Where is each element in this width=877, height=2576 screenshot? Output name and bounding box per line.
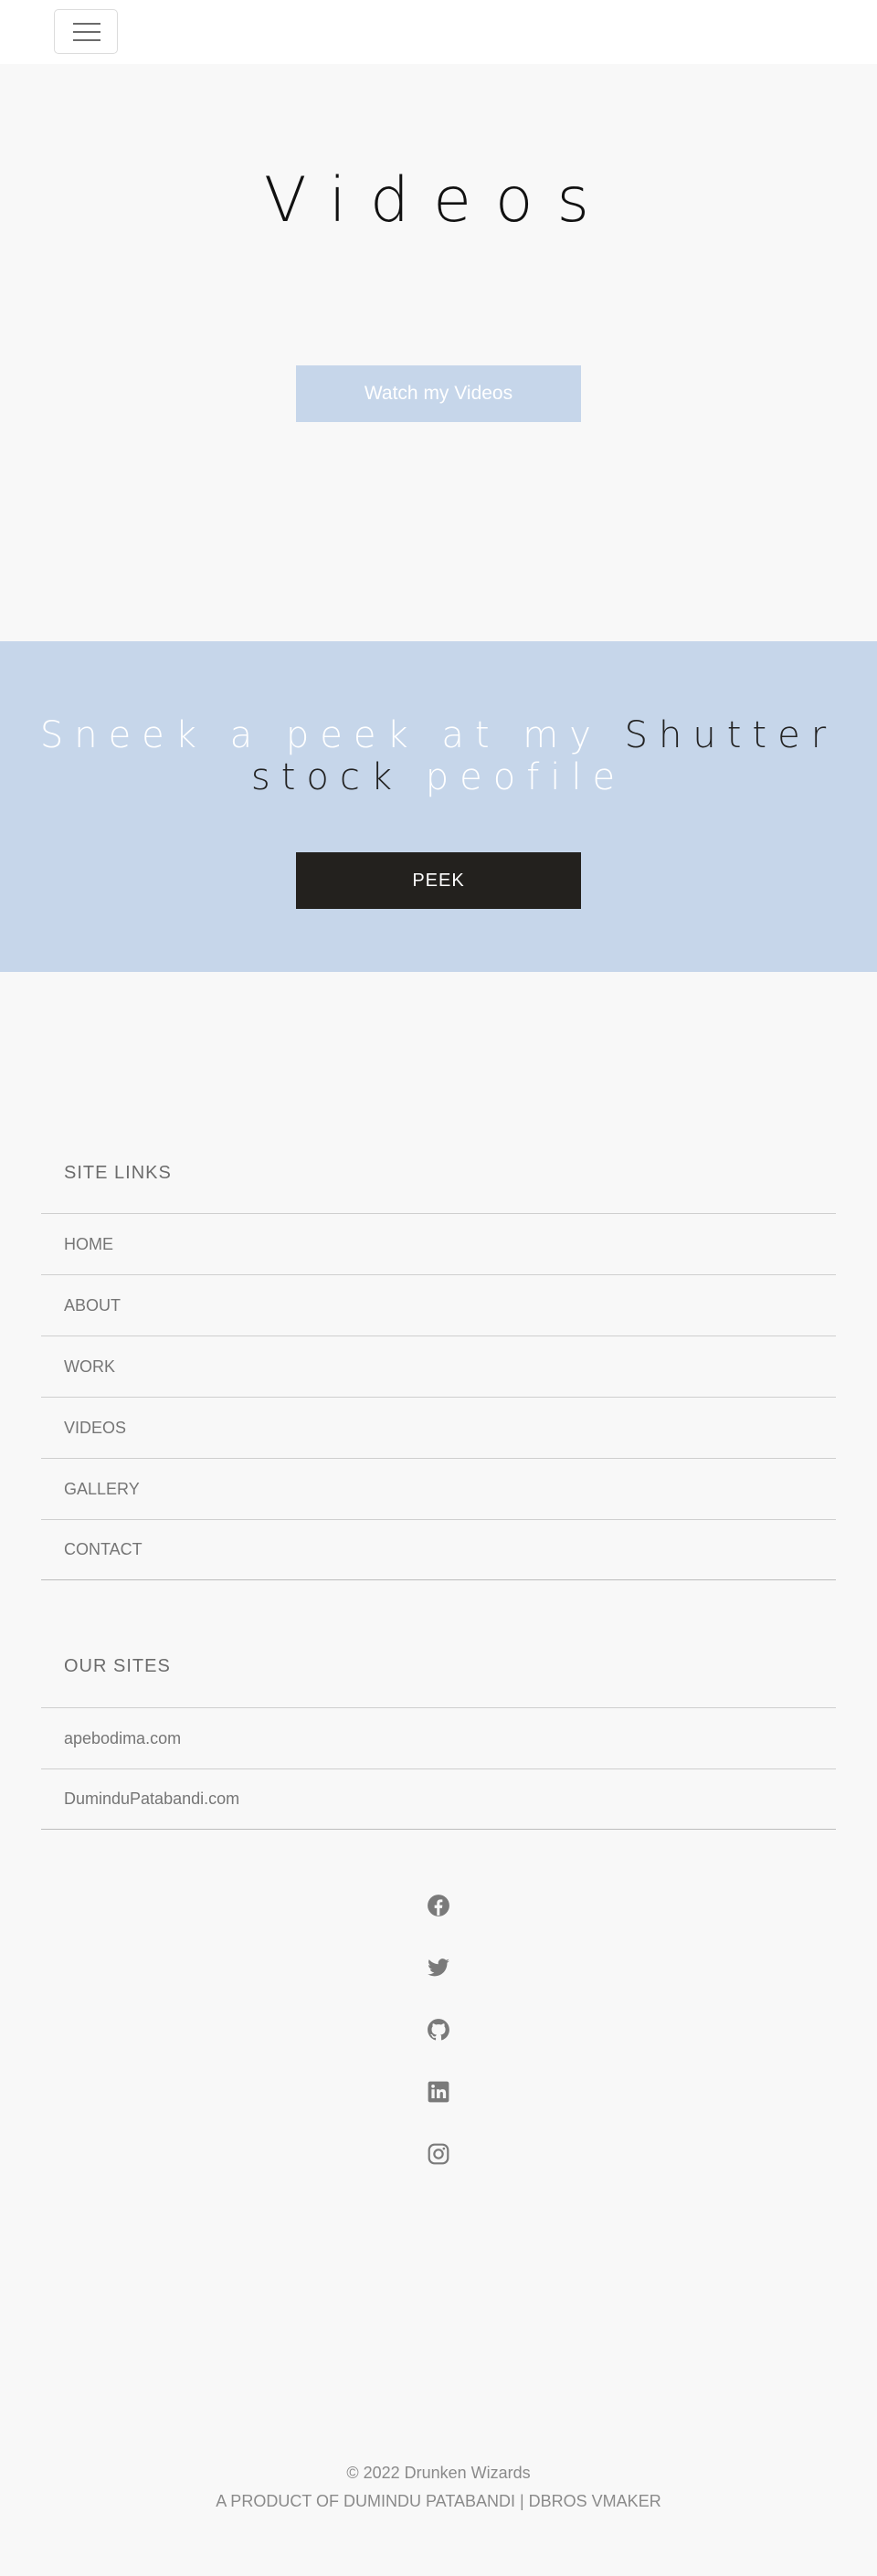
peek-button[interactable]: PEEK (296, 852, 581, 909)
linkedin-link[interactable] (422, 2075, 455, 2108)
site-link-work[interactable]: WORK (41, 1336, 836, 1397)
site-link-home[interactable]: HOME (41, 1213, 836, 1274)
peek-section: Sneek a peek at my Shutter stock peofile… (0, 641, 877, 972)
hamburger-menu-icon-bar (73, 39, 100, 41)
facebook-icon (428, 1895, 449, 1916)
navbar (0, 0, 877, 64)
our-site-link-apebodima[interactable]: apebodima.com (41, 1707, 836, 1768)
github-icon (428, 2019, 449, 2041)
twitter-icon (428, 1958, 449, 1977)
footer-credit: A PRODUCT OF DUMINDU PATABANDI | DBROS V… (216, 2492, 661, 2510)
facebook-link[interactable] (422, 1889, 455, 1922)
our-site-link-dumindupatabandi[interactable]: DuminduPatabandi.com (41, 1768, 836, 1830)
site-links-list: HOME ABOUT WORK VIDEOS GALLERY CONTACT (41, 1213, 836, 1580)
footer-copyright: © 2022 Drunken Wizards (346, 2464, 531, 2482)
site-link-contact[interactable]: CONTACT (41, 1519, 836, 1580)
hero-section: Videos Watch my Videos (0, 64, 877, 641)
hamburger-menu-icon (73, 23, 100, 25)
peek-heading: Sneek a peek at my Shutter stock peofile (37, 714, 840, 798)
peek-heading-text-end: peofile (403, 756, 627, 798)
site-link-videos[interactable]: VIDEOS (41, 1397, 836, 1458)
github-link[interactable] (422, 2013, 455, 2046)
our-sites-list: apebodima.com DuminduPatabandi.com (41, 1707, 836, 1830)
our-sites-title: OUR SITES (64, 1656, 171, 1676)
site-link-about[interactable]: ABOUT (41, 1274, 836, 1336)
twitter-link[interactable] (422, 1951, 455, 1984)
page-title: Videos (264, 164, 613, 237)
hamburger-menu-button[interactable] (54, 9, 118, 54)
watch-videos-button[interactable]: Watch my Videos (296, 365, 581, 422)
peek-heading-text: Sneek a peek at my (39, 714, 625, 756)
site-link-gallery[interactable]: GALLERY (41, 1458, 836, 1519)
linkedin-icon (428, 2081, 449, 2103)
site-links-title: SITE LINKS (64, 1163, 172, 1183)
instagram-icon (428, 2143, 449, 2165)
hamburger-menu-icon-bar (73, 31, 100, 33)
instagram-link[interactable] (422, 2138, 455, 2170)
